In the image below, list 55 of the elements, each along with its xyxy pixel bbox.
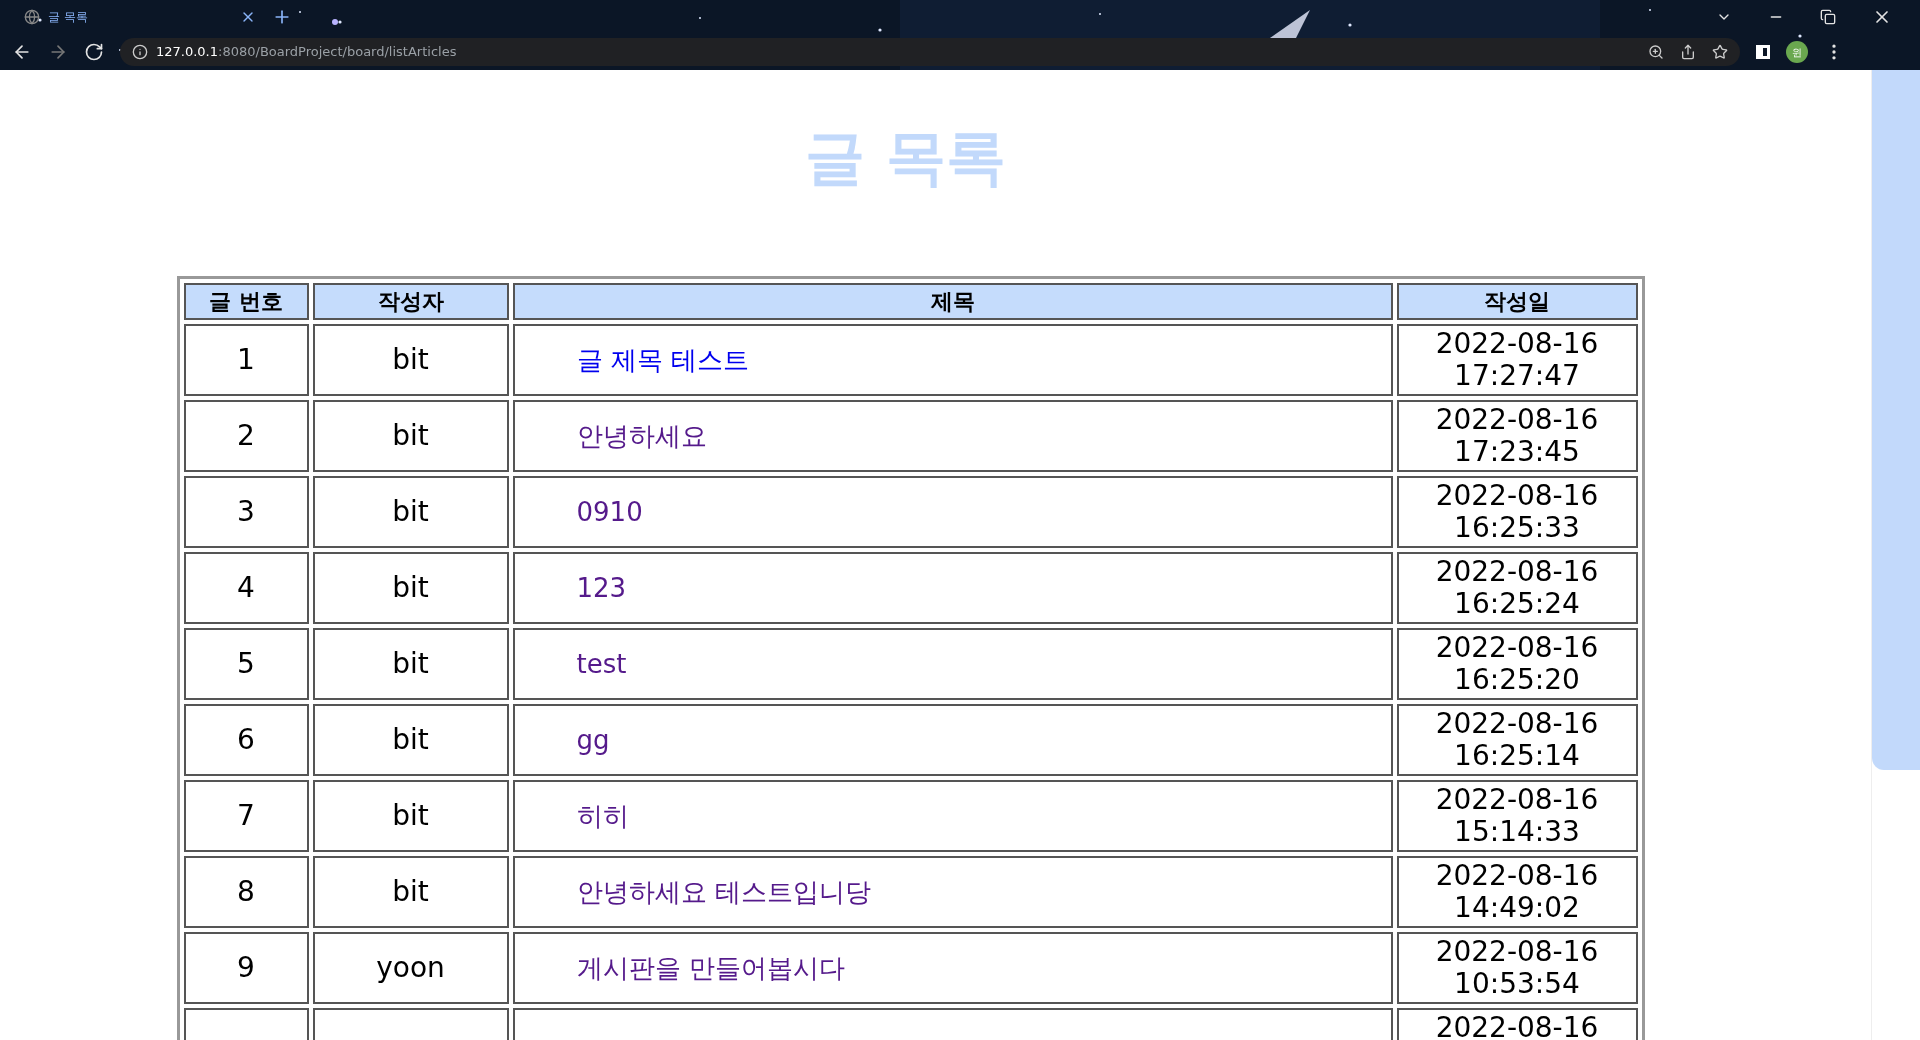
table-cell: 2022-08-16 15:14:33 xyxy=(1396,780,1638,852)
table-cell: 2022-08-16 14:49:02 xyxy=(1396,856,1638,928)
table-cell: 4 xyxy=(183,552,309,624)
scrollbar-thumb[interactable] xyxy=(1872,70,1920,770)
reload-icon[interactable] xyxy=(84,42,104,62)
column-header: 글 번호 xyxy=(183,283,309,320)
table-cell: bit xyxy=(312,780,509,852)
table-cell: bit xyxy=(312,400,509,472)
globe-icon xyxy=(24,9,40,25)
article-link[interactable]: 0910 xyxy=(576,496,643,527)
side-panel-icon[interactable] xyxy=(1756,45,1770,59)
article-link[interactable]: gg xyxy=(576,724,610,755)
address-bar[interactable]: 127.0.0.1:8080/BoardProject/board/listArticles xyxy=(120,38,1740,66)
table-cell: bit xyxy=(312,856,509,928)
share-icon[interactable] xyxy=(1680,44,1696,60)
table-cell: 3 xyxy=(183,476,309,548)
table-cell: 5 xyxy=(183,628,309,700)
article-link[interactable]: 글 제목 테스트 xyxy=(576,344,750,375)
table-cell: bit xyxy=(312,704,509,776)
table-cell: 8 xyxy=(183,856,309,928)
scrollbar[interactable] xyxy=(1871,70,1920,1040)
table-cell: bit xyxy=(312,324,509,396)
table-cell: 9 xyxy=(183,932,309,1004)
table-cell: 7 xyxy=(183,780,309,852)
article-link[interactable]: 123 xyxy=(576,572,627,603)
article-link[interactable]: 안녕하세요 xyxy=(576,420,707,451)
table-cell: bit xyxy=(312,552,509,624)
table-cell: 2 xyxy=(183,400,309,472)
table-cell: bit xyxy=(312,628,509,700)
info-icon xyxy=(132,44,148,60)
table-cell: 6 xyxy=(183,704,309,776)
table-cell: 1 xyxy=(183,324,309,396)
table-cell: yoon xyxy=(312,932,509,1004)
article-link[interactable]: 안녕하세요 테스트입니당 xyxy=(576,876,871,907)
zoom-icon[interactable] xyxy=(1648,44,1664,60)
table-cell: 2022-08-16 16:25:14 xyxy=(1396,704,1638,776)
table-cell: 2022-08-16 xyxy=(1396,1008,1638,1040)
table-cell: bit xyxy=(312,476,509,548)
article-link[interactable]: test xyxy=(576,648,627,679)
browser-tab[interactable]: 글 목록 xyxy=(20,3,260,31)
url-text: 127.0.0.1:8080/BoardProject/board/listArticles xyxy=(156,43,457,62)
table-cell: 2022-08-16 17:27:47 xyxy=(1396,324,1638,396)
page-title: 글 목록 xyxy=(805,121,1006,194)
table-cell: 2022-08-16 16:25:20 xyxy=(1396,628,1638,700)
article-link[interactable]: 히히 xyxy=(576,800,629,831)
column-header: 작성자 xyxy=(312,283,509,320)
restore-icon[interactable] xyxy=(1820,9,1836,25)
table-cell: 2022-08-16 17:23:45 xyxy=(1396,400,1638,472)
bookmark-star-icon[interactable] xyxy=(1712,44,1728,60)
table-cell: 2022-08-16 10:53:54 xyxy=(1396,932,1638,1004)
column-header: 제목 xyxy=(512,283,1393,320)
table-cell: 2022-08-16 16:25:33 xyxy=(1396,476,1638,548)
table-cell: 2022-08-16 16:25:24 xyxy=(1396,552,1638,624)
article-link[interactable]: 게시판을 만들어봅시다 xyxy=(576,952,845,983)
column-header: 작성일 xyxy=(1396,283,1638,320)
